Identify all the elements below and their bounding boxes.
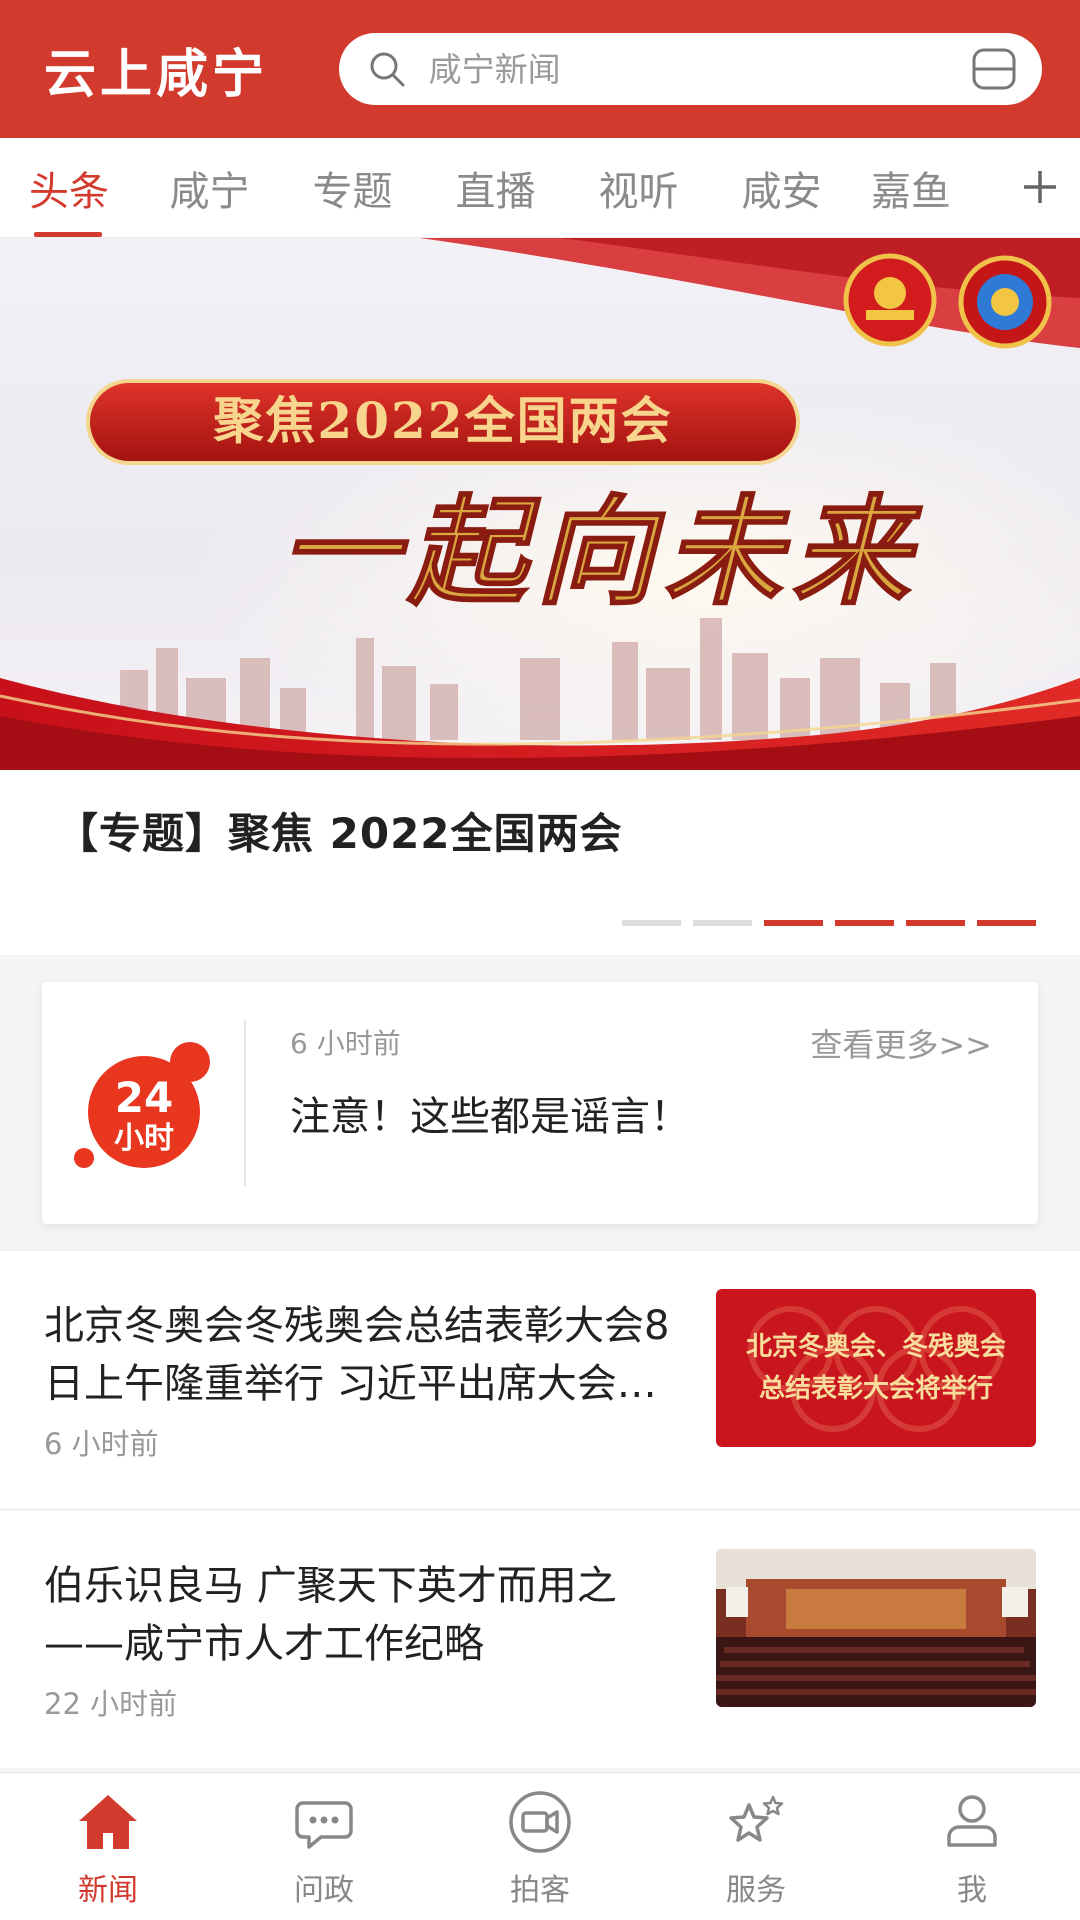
- user-icon: [947, 1795, 997, 1847]
- nav-label: 我: [957, 1873, 987, 1908]
- card-title[interactable]: 注意！这些都是谣言！: [290, 1084, 690, 1142]
- thumbnail-text-1: 北京冬奥会、冬残奥会: [746, 1331, 1006, 1362]
- stars-icon: [729, 1795, 784, 1842]
- nav-label: 新闻: [78, 1873, 138, 1908]
- news-24h-card[interactable]: 24 小时 6 小时前 查看更多>> 注意！这些都是谣言！: [42, 982, 1038, 1224]
- nav-politics[interactable]: 问政: [216, 1773, 432, 1920]
- svg-text:24: 24: [115, 1073, 173, 1122]
- carousel-dot[interactable]: [906, 920, 965, 926]
- news-time: 6 小时前: [44, 1427, 159, 1461]
- carousel-dot[interactable]: [693, 920, 752, 926]
- nav-news[interactable]: 新闻: [0, 1773, 216, 1920]
- view-more-link[interactable]: 查看更多>>: [810, 1020, 992, 1066]
- channel-tabs: 头条 咸宁 专题 直播 视听 咸安 嘉鱼: [0, 138, 1080, 238]
- app-screen: 云上咸宁 头条 咸宁 专题 直播 视听 咸安 嘉鱼: [0, 0, 1080, 1920]
- add-channel-button[interactable]: [1000, 138, 1080, 236]
- bottom-navigation: 新闻 问政 拍客 服务 我: [0, 1772, 1080, 1920]
- news-title: 北京冬奥会冬残奥会总结表彰大会8日上午隆重举行 习近平出席大会并发表重要讲话: [44, 1303, 670, 1407]
- search-bar[interactable]: [338, 33, 1042, 105]
- top-header: 云上咸宁: [0, 0, 1080, 138]
- carousel-dot[interactable]: [977, 920, 1036, 926]
- home-icon: [79, 1795, 137, 1849]
- svg-text:小时: 小时: [114, 1121, 174, 1156]
- nav-label: 问政: [294, 1873, 354, 1908]
- app-title: 云上咸宁: [44, 44, 269, 105]
- carousel-dot[interactable]: [835, 920, 894, 926]
- scan-icon[interactable]: [970, 47, 1018, 91]
- banner-carousel[interactable]: 聚焦2022全国两会 一起向未来: [0, 238, 1080, 770]
- tab-headlines[interactable]: 头条: [0, 159, 138, 237]
- nav-services[interactable]: 服务: [648, 1773, 864, 1920]
- nav-photographer[interactable]: 拍客: [432, 1773, 648, 1920]
- tab-xianan[interactable]: 咸安: [710, 159, 853, 217]
- banner-caption[interactable]: 【专题】聚焦 2022全国两会: [0, 770, 1080, 955]
- chat-icon: [295, 1801, 353, 1849]
- thumbnail-text-2: 总结表彰大会将举行: [759, 1373, 993, 1404]
- search-input[interactable]: [428, 49, 970, 89]
- banner-caption-text: 【专题】聚焦 2022全国两会: [56, 809, 623, 858]
- nav-label: 服务: [726, 1873, 786, 1908]
- search-icon: [370, 52, 405, 87]
- news-item[interactable]: 伯乐识良马 广聚天下英才而用之——咸宁市人才工作纪略 22 小时前: [0, 1510, 1080, 1768]
- tab-xianning[interactable]: 咸宁: [138, 159, 281, 217]
- tab-topics[interactable]: 专题: [281, 159, 424, 217]
- plus-icon: [1024, 171, 1056, 203]
- tab-audio-video[interactable]: 视听: [567, 159, 710, 217]
- banner-slogan: 一起向未来: [280, 482, 923, 621]
- nav-label: 拍客: [510, 1873, 570, 1908]
- nav-me[interactable]: 我: [864, 1773, 1080, 1920]
- card-divider: [244, 1020, 246, 1186]
- carousel-dot[interactable]: [622, 920, 681, 926]
- news-time: 22 小时前: [44, 1687, 178, 1721]
- video-camera-icon: [509, 1791, 571, 1853]
- badge-24h-icon: 24 小时: [74, 1042, 210, 1168]
- news-item[interactable]: 北京冬奥会冬残奥会总结表彰大会8日上午隆重举行 习近平出席大会并发表重要讲话 6…: [0, 1250, 1080, 1508]
- carousel-dot-active[interactable]: [764, 920, 823, 926]
- tab-live[interactable]: 直播: [424, 159, 567, 217]
- banner-image: 聚焦2022全国两会 一起向未来: [0, 238, 1080, 770]
- news-thumbnail: 北京冬奥会、冬残奥会 总结表彰大会将举行: [716, 1289, 1036, 1447]
- card-time: 6 小时前: [290, 1027, 401, 1060]
- banner-headline: 聚焦2022全国两会: [212, 391, 672, 450]
- carousel-indicator: [622, 920, 1036, 926]
- news-title: 伯乐识良马 广聚天下英才而用之——咸宁市人才工作纪略: [44, 1563, 617, 1667]
- news-thumbnail: [716, 1549, 1036, 1707]
